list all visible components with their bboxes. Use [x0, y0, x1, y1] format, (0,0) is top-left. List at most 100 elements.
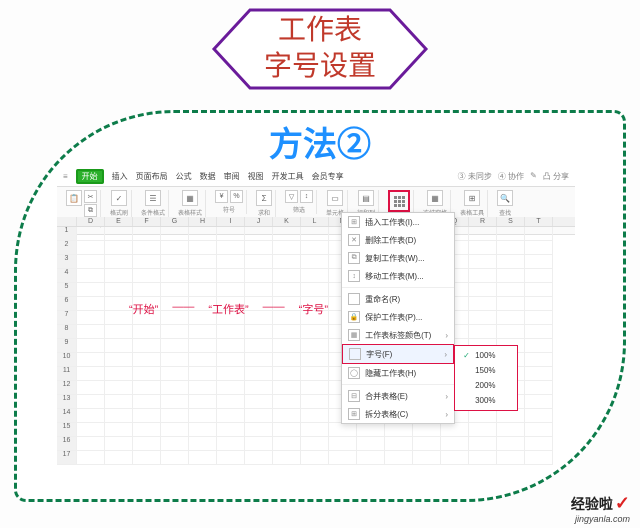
- zoom-300[interactable]: 300%: [455, 393, 517, 408]
- cell[interactable]: [189, 339, 217, 353]
- cell[interactable]: [245, 409, 273, 423]
- cell[interactable]: [273, 227, 301, 241]
- find-icon[interactable]: 🔍: [497, 190, 513, 206]
- filter-icon[interactable]: ▽: [285, 190, 298, 203]
- cell[interactable]: [217, 269, 245, 283]
- row-header[interactable]: 9: [57, 339, 77, 353]
- cell[interactable]: [497, 423, 525, 437]
- cell[interactable]: [301, 227, 329, 241]
- cell[interactable]: [273, 451, 301, 465]
- menu-hide-sheet[interactable]: ◯隐藏工作表(H): [342, 364, 454, 382]
- cell[interactable]: [469, 241, 497, 255]
- cell[interactable]: [301, 451, 329, 465]
- cell[interactable]: [525, 297, 553, 311]
- cell[interactable]: [273, 381, 301, 395]
- cell[interactable]: [385, 437, 413, 451]
- cut-icon[interactable]: ✂: [84, 190, 97, 203]
- cell[interactable]: [133, 325, 161, 339]
- cell[interactable]: [245, 339, 273, 353]
- cell[interactable]: [497, 297, 525, 311]
- cell[interactable]: [217, 451, 245, 465]
- cell[interactable]: [105, 381, 133, 395]
- cell[interactable]: [301, 395, 329, 409]
- cell[interactable]: [217, 325, 245, 339]
- cell[interactable]: [77, 353, 105, 367]
- tab-review[interactable]: 审阅: [224, 171, 240, 182]
- cell[interactable]: [133, 381, 161, 395]
- cell[interactable]: [301, 409, 329, 423]
- cell[interactable]: [105, 451, 133, 465]
- cell[interactable]: [77, 227, 105, 241]
- cell[interactable]: [217, 381, 245, 395]
- cell[interactable]: [497, 325, 525, 339]
- cell[interactable]: [77, 381, 105, 395]
- cell[interactable]: [245, 269, 273, 283]
- row-header[interactable]: 10: [57, 353, 77, 367]
- tab-pagelayout[interactable]: 页面布局: [136, 171, 168, 182]
- row-header[interactable]: 14: [57, 409, 77, 423]
- cell[interactable]: [497, 227, 525, 241]
- row-header[interactable]: 1: [57, 227, 77, 241]
- cell[interactable]: [189, 255, 217, 269]
- cell[interactable]: [469, 311, 497, 325]
- menu-protect-sheet[interactable]: 🔒保护工作表(P)...: [342, 308, 454, 326]
- cell[interactable]: [133, 409, 161, 423]
- cell[interactable]: [245, 451, 273, 465]
- cell[interactable]: [189, 395, 217, 409]
- cell[interactable]: [77, 339, 105, 353]
- freeze-icon[interactable]: ▦: [427, 190, 443, 206]
- column-header[interactable]: S: [497, 217, 525, 226]
- column-header[interactable]: [57, 217, 77, 226]
- cell[interactable]: [469, 283, 497, 297]
- cell[interactable]: [133, 241, 161, 255]
- cell[interactable]: [189, 437, 217, 451]
- app-menu-icon[interactable]: ≡: [63, 172, 68, 181]
- cell[interactable]: [245, 227, 273, 241]
- cell[interactable]: [105, 395, 133, 409]
- cell[interactable]: [77, 325, 105, 339]
- cell[interactable]: [217, 241, 245, 255]
- cell[interactable]: [133, 283, 161, 297]
- cell[interactable]: [77, 437, 105, 451]
- cell[interactable]: [273, 241, 301, 255]
- cell[interactable]: [525, 381, 553, 395]
- cell[interactable]: [273, 339, 301, 353]
- cell[interactable]: [273, 409, 301, 423]
- menu-merge-tables[interactable]: ⊟合并表格(E)›: [342, 387, 454, 405]
- cell[interactable]: [161, 325, 189, 339]
- column-header[interactable]: E: [105, 217, 133, 226]
- tab-data[interactable]: 数据: [200, 171, 216, 182]
- cell[interactable]: [133, 423, 161, 437]
- cell[interactable]: [161, 241, 189, 255]
- row-header[interactable]: 16: [57, 437, 77, 451]
- cell[interactable]: [245, 381, 273, 395]
- table-style-icon[interactable]: ▦: [182, 190, 198, 206]
- cell[interactable]: [273, 395, 301, 409]
- zoom-200[interactable]: 200%: [455, 378, 517, 393]
- cell[interactable]: [469, 227, 497, 241]
- cell[interactable]: [441, 423, 469, 437]
- collab-button[interactable]: ④ 协作: [498, 171, 524, 182]
- column-header[interactable]: G: [161, 217, 189, 226]
- cell[interactable]: [189, 353, 217, 367]
- row-header[interactable]: 11: [57, 367, 77, 381]
- cell[interactable]: [189, 381, 217, 395]
- cell[interactable]: [413, 451, 441, 465]
- row-header[interactable]: 2: [57, 241, 77, 255]
- cell[interactable]: [469, 297, 497, 311]
- cell[interactable]: [77, 297, 105, 311]
- cell[interactable]: [245, 241, 273, 255]
- edit-icon[interactable]: ✎: [530, 171, 537, 182]
- cell[interactable]: [385, 451, 413, 465]
- cell[interactable]: [133, 367, 161, 381]
- row-header[interactable]: 8: [57, 325, 77, 339]
- cell[interactable]: [105, 255, 133, 269]
- cell[interactable]: [189, 241, 217, 255]
- cell[interactable]: [301, 381, 329, 395]
- cell[interactable]: [189, 325, 217, 339]
- cell[interactable]: [217, 409, 245, 423]
- cell[interactable]: [273, 423, 301, 437]
- cell[interactable]: [469, 255, 497, 269]
- cell[interactable]: [525, 367, 553, 381]
- share-button[interactable]: 凸 分享: [543, 171, 569, 182]
